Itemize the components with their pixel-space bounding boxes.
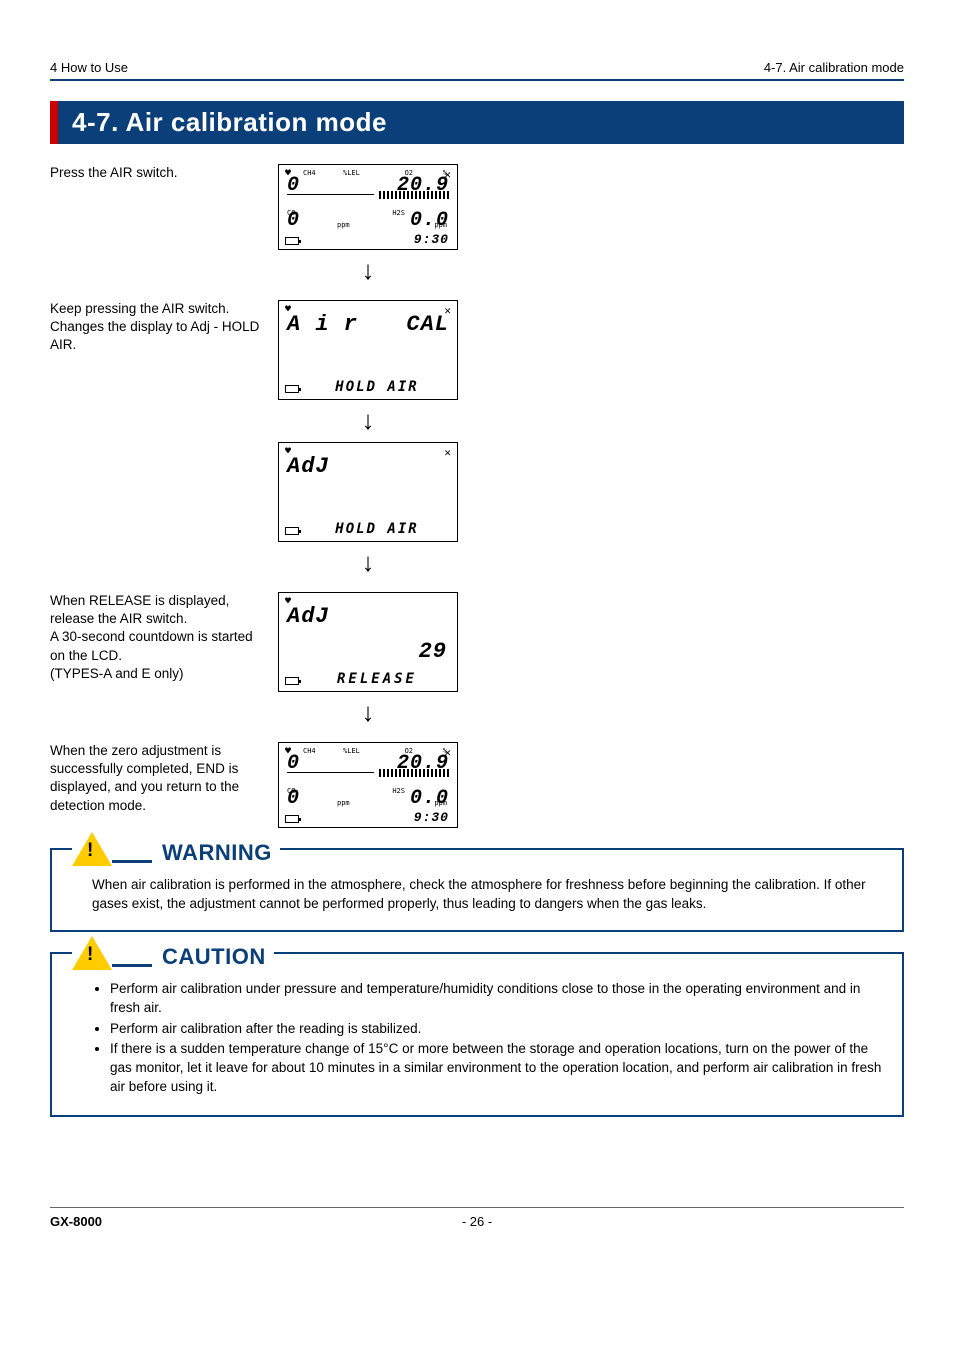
warning-title: WARNING [162,840,272,866]
step-text: Keep pressing the AIR switch. Changes th… [50,300,260,355]
footer-model: GX-8000 [50,1214,102,1229]
lcd-wrap: ♥ ✕ CH4 %LEL O2 % 0 20.9 CO ppm H2S ppm … [278,742,458,828]
caution-box: ! CAUTION Perform air calibration under … [50,952,904,1117]
caution-triangle-icon: ! [72,936,112,970]
callout-header: ! CAUTION [72,936,274,970]
cal-label: CAL [406,312,449,337]
lbl-ppm2: ppm [434,799,447,807]
lbl-pct: % [443,747,447,755]
time-val: 9:30 [414,232,449,247]
lbl-h2s: H2S [392,209,405,217]
lbl-h2s: H2S [392,787,405,795]
step-row: Press the AIR switch. ♥ ✕ CH4 %LEL O2 % … [50,164,904,292]
heart-icon: ♥ [285,596,291,607]
lbl-ch4: CH4 [303,747,316,755]
air-label: A i r [287,312,358,337]
footer-page: - 26 - [462,1214,492,1229]
step-text: When RELEASE is displayed, release the A… [50,592,260,683]
lcd-wrap: ♥ ✕ CH4 %LEL O2 % 0 20.9 CO ppm H2S ppm … [278,164,458,292]
lbl-ppm2: ppm [434,221,447,229]
lcd-screen-1: ♥ ✕ CH4 %LEL O2 % 0 20.9 CO ppm H2S ppm … [278,164,458,250]
step-row: When RELEASE is displayed, release the A… [50,592,904,734]
header-right: 4-7. Air calibration mode [764,60,904,75]
caution-title: CAUTION [162,944,266,970]
bar-graph [287,191,449,199]
header-left: 4 How to Use [50,60,128,75]
lbl-pct: % [443,169,447,177]
release-msg: RELEASE [337,671,417,687]
step-row: Keep pressing the AIR switch. Changes th… [50,300,904,584]
caution-item: Perform air calibration after the readin… [110,1020,882,1039]
lcd-wrap: ♥ ✕ A i r CAL HOLD AIR ↓ ♥ ✕ AdJ HOLD AI… [278,300,458,584]
countdown-val: 29 [419,639,447,664]
lbl-co: CO [287,787,295,795]
caution-item: If there is a sudden temperature change … [110,1040,882,1097]
header-rule [50,79,904,81]
heart-icon: ♥ [285,746,291,757]
arrow-down-icon: ↓ [278,256,458,286]
lcd-screen-3: ♥ ✕ AdJ HOLD AIR [278,442,458,542]
hold-air-msg: HOLD AIR [335,379,418,395]
lbl-o2: O2 [405,169,413,177]
footer: GX-8000 - 26 - [50,1207,904,1229]
callout-header: ! WARNING [72,832,280,866]
bar-graph [287,769,449,777]
step-row: When the zero adjustment is successfully… [50,742,904,828]
heart-icon: ♥ [285,304,291,315]
step-text: When the zero adjustment is successfully… [50,742,260,815]
antenna-icon: ✕ [444,446,451,459]
lbl-lel: %LEL [343,747,360,755]
step-text: Press the AIR switch. [50,164,260,182]
lbl-ppm1: ppm [337,799,350,807]
hold-air-msg: HOLD AIR [335,521,418,537]
lbl-co: CO [287,209,295,217]
lcd-wrap: ♥ AdJ 29 RELEASE ↓ [278,592,458,734]
lcd-screen-5: ♥ ✕ CH4 %LEL O2 % 0 20.9 CO ppm H2S ppm … [278,742,458,828]
callout-line [112,860,152,863]
warning-triangle-icon: ! [72,832,112,866]
lbl-ch4: CH4 [303,169,316,177]
antenna-icon: ✕ [444,304,451,317]
adj-label: AdJ [287,454,330,479]
caution-body: Perform air calibration under pressure a… [72,980,882,1097]
heart-icon: ♥ [285,168,291,179]
heart-icon: ♥ [285,446,291,457]
arrow-down-icon: ↓ [278,406,458,436]
lbl-o2: O2 [405,747,413,755]
page-header: 4 How to Use 4-7. Air calibration mode [50,60,904,75]
callout-line [112,964,152,967]
warning-box: ! WARNING When air calibration is perfor… [50,848,904,932]
lbl-lel: %LEL [343,169,360,177]
lbl-ppm1: ppm [337,221,350,229]
battery-icon [285,815,299,823]
caution-item: Perform air calibration under pressure a… [110,980,882,1018]
battery-icon [285,237,299,245]
lcd-screen-2: ♥ ✕ A i r CAL HOLD AIR [278,300,458,400]
lcd-screen-4: ♥ AdJ 29 RELEASE [278,592,458,692]
warning-body: When air calibration is performed in the… [72,876,882,914]
time-val: 9:30 [414,810,449,825]
adj-label: AdJ [287,604,330,629]
arrow-down-icon: ↓ [278,548,458,578]
arrow-down-icon: ↓ [278,698,458,728]
section-title: 4-7. Air calibration mode [50,101,904,144]
